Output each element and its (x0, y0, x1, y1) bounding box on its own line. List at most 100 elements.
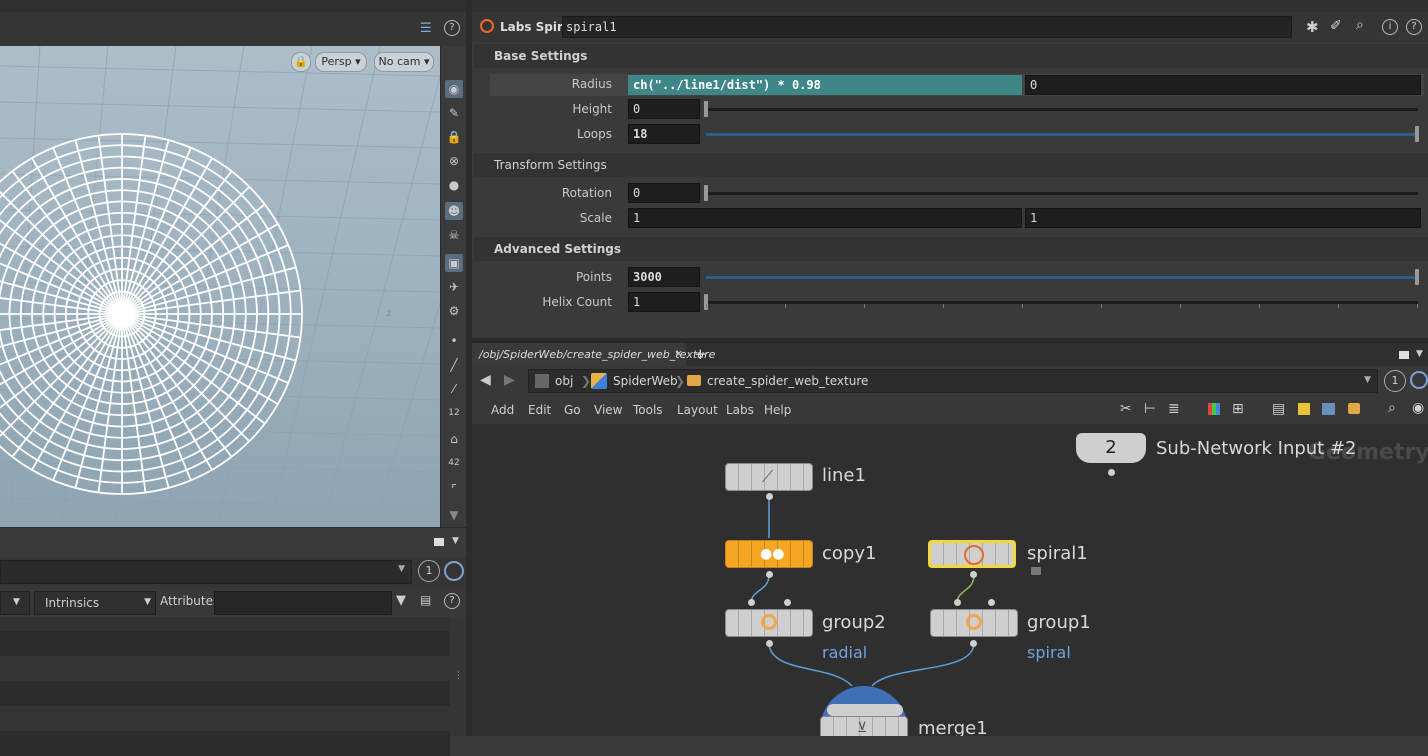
menu-go[interactable]: Go (564, 403, 581, 417)
height-field[interactable]: 0 (628, 99, 700, 119)
eye-icon[interactable]: ◉ (1412, 400, 1424, 416)
search-icon[interactable]: ⌕ (1356, 17, 1364, 33)
section-base-settings[interactable]: Base Settings (474, 44, 1428, 68)
radius-field-2[interactable]: 0 (1025, 75, 1421, 95)
chevron-down-icon[interactable]: ▼ (1364, 375, 1371, 385)
input-port[interactable] (954, 599, 961, 606)
loops-slider[interactable] (706, 133, 1418, 136)
info-icon[interactable]: i (1382, 19, 1398, 35)
node-group1[interactable] (930, 609, 1018, 637)
intrinsics-menu[interactable]: Intrinsics ▼ (34, 591, 156, 615)
menu-view[interactable]: View (594, 403, 622, 417)
filter-icon[interactable]: ▼ (396, 593, 406, 608)
loops-field[interactable]: 18 (628, 124, 700, 144)
node-merge1[interactable]: ⊻ (820, 716, 908, 736)
pane-link-badge[interactable]: 1 (418, 560, 440, 582)
points-slider[interactable] (706, 276, 1418, 279)
input-port[interactable] (988, 599, 995, 606)
subnet-input-node[interactable]: 2 (1076, 433, 1146, 463)
pin-icon[interactable] (444, 561, 464, 581)
close-tab-icon[interactable]: × (674, 347, 683, 360)
pane-link-badge[interactable]: 1 (1384, 370, 1406, 392)
output-port[interactable] (766, 640, 773, 647)
network-tab[interactable]: /obj/SpiderWeb/create_spider_web_texture… (472, 343, 715, 367)
menu-edit[interactable]: Edit (528, 403, 551, 417)
breadcrumb-spiderweb[interactable]: SpiderWeb (613, 371, 678, 391)
no-icon[interactable]: ⊗ (445, 152, 463, 170)
network-canvas[interactable]: Geometry 2 Sub-Network Input #2 ⟋ line1 … (472, 424, 1428, 736)
network-box-icon[interactable]: ▤ (1272, 401, 1285, 417)
menu-tools[interactable]: Tools (633, 403, 663, 417)
pin-icon[interactable] (1410, 371, 1428, 389)
menu-add[interactable]: Add (491, 403, 514, 417)
list-icon[interactable]: ≣ (1168, 401, 1180, 417)
points-slider-handle[interactable] (1415, 269, 1419, 285)
input-port[interactable] (784, 599, 791, 606)
help-icon[interactable]: ? (444, 20, 460, 36)
spreadsheet-mode-menu[interactable]: ▼ (0, 591, 30, 615)
back-icon[interactable]: ◀ (480, 372, 491, 388)
search-icon[interactable]: ⌕ (1388, 400, 1396, 416)
node-copy1[interactable]: ●● (725, 540, 813, 568)
snapshot-icon[interactable]: ▣ (445, 254, 463, 272)
rotation-field[interactable]: 0 (628, 183, 700, 203)
lock-camera-icon[interactable]: 🔒 (291, 52, 311, 72)
scroll-down-icon[interactable]: ▼ (445, 506, 463, 524)
chevron-down-icon[interactable]: ▼ (452, 536, 459, 546)
lock-icon[interactable]: 🔒 (445, 128, 463, 146)
sphere-icon[interactable]: ● (445, 176, 463, 194)
breadcrumb-obj[interactable]: obj (555, 371, 573, 391)
output-port[interactable] (970, 640, 977, 647)
ghost-icon[interactable]: ☻ (445, 202, 463, 220)
color-palette-icon[interactable] (1208, 403, 1220, 415)
number-display-icon[interactable]: 12 (445, 404, 463, 422)
output-port[interactable] (766, 571, 773, 578)
points-field[interactable]: 3000 (628, 267, 700, 287)
options-icon[interactable]: ▤ (420, 593, 431, 607)
merge-input-bar[interactable] (827, 704, 903, 716)
tree-icon[interactable]: ⊢ (1144, 401, 1156, 417)
image-icon[interactable] (1322, 403, 1335, 415)
spreadsheet-path-field[interactable]: ▼ (0, 560, 412, 584)
output-port[interactable] (766, 493, 773, 500)
spreadsheet-scrollbar[interactable]: ⋮ (450, 617, 466, 736)
rotation-slider[interactable] (706, 192, 1418, 195)
sticky-note-icon[interactable] (1298, 403, 1310, 415)
radius-expression-field[interactable]: ch("../line1/dist") * 0.98 (628, 75, 1022, 95)
brush-icon[interactable]: ✐ (1330, 18, 1342, 34)
chevron-down-icon[interactable]: ▼ (1416, 349, 1423, 359)
grid-icon[interactable]: ⊞ (1232, 401, 1244, 417)
scale-field-2[interactable]: 1 (1025, 208, 1421, 228)
gear-icon[interactable]: ✱ (1306, 18, 1319, 36)
loops-slider-handle[interactable] (1415, 126, 1419, 142)
add-tab-icon[interactable]: + (694, 345, 707, 363)
menu-labs[interactable]: Labs (726, 403, 754, 417)
paint-icon[interactable]: ⌂ (445, 430, 463, 448)
maximize-icon[interactable] (1399, 351, 1409, 359)
rotation-slider-handle[interactable] (704, 185, 708, 201)
section-transform-settings[interactable]: Transform Settings (474, 153, 1428, 177)
light-tool-icon[interactable]: ⚙ (445, 302, 463, 320)
node-spiral1[interactable] (928, 540, 1016, 568)
breadcrumb-create-spider-web-texture[interactable]: create_spider_web_texture (707, 371, 868, 391)
output-port[interactable] (1108, 469, 1115, 476)
menu-layout[interactable]: Layout (677, 403, 718, 417)
attributes-filter-input[interactable] (214, 591, 392, 615)
node-group2[interactable] (725, 609, 813, 637)
number-display-icon-2[interactable]: 42 (445, 454, 463, 472)
point-icon[interactable]: • (445, 332, 463, 350)
menu-help[interactable]: Help (764, 403, 791, 417)
height-slider-handle[interactable] (704, 101, 708, 117)
node-line1[interactable]: ⟋ (725, 463, 813, 491)
forward-icon[interactable]: ▶ (504, 372, 515, 388)
corner-icon[interactable]: ⌜ (445, 480, 463, 498)
input-port[interactable] (748, 599, 755, 606)
output-port[interactable] (970, 571, 977, 578)
help-icon[interactable]: ? (444, 593, 460, 609)
helix-count-field[interactable]: 1 (628, 292, 700, 312)
tools-icon[interactable]: ✂ (1120, 401, 1132, 417)
display-options-icon[interactable]: ☰ (420, 21, 432, 36)
subnet-icon[interactable] (1348, 403, 1360, 414)
node-name-input[interactable]: spiral1 (562, 16, 1292, 38)
camera-menu[interactable]: No cam ▾ (374, 52, 434, 72)
